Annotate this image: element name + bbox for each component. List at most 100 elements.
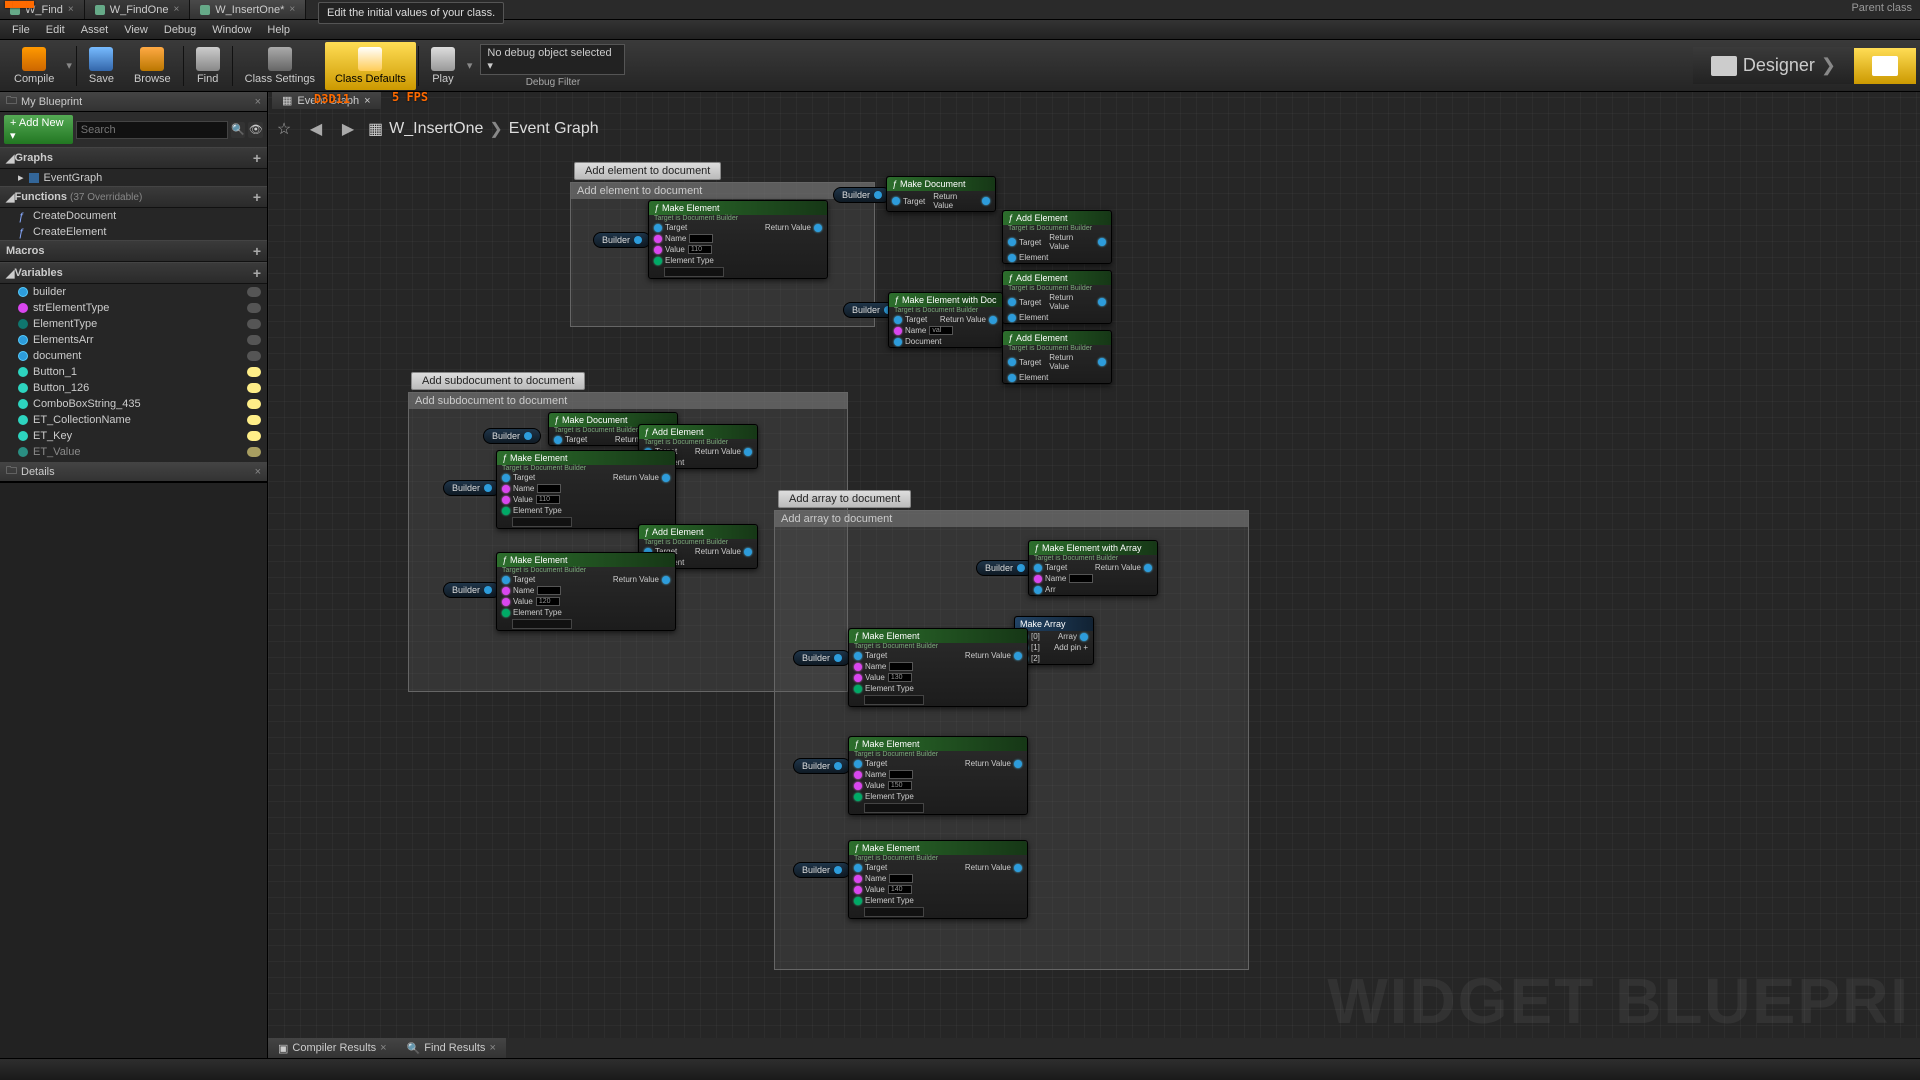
- save-button[interactable]: Save: [79, 42, 124, 90]
- parent-class-label[interactable]: Parent class: [1843, 0, 1920, 19]
- input-pin[interactable]: [554, 436, 562, 444]
- play-dropdown[interactable]: ▾: [465, 59, 475, 72]
- node-make-element-with-doc[interactable]: Make Element with Doc Target is Document…: [888, 292, 1003, 348]
- close-icon[interactable]: ×: [255, 96, 261, 108]
- text-input[interactable]: [537, 586, 561, 595]
- output-pin[interactable]: [982, 197, 990, 205]
- input-pin[interactable]: [654, 257, 662, 265]
- eye-icon[interactable]: [247, 383, 261, 393]
- output-pin[interactable]: [1014, 864, 1022, 872]
- output-pin[interactable]: [1098, 358, 1106, 366]
- add-variable-button[interactable]: +: [253, 265, 261, 281]
- node-make-element-a2[interactable]: Make Element Target is Document Builder …: [848, 736, 1028, 815]
- node-add-element-r1[interactable]: Add Element Target is Document Builder T…: [1002, 210, 1112, 264]
- text-input[interactable]: [889, 770, 913, 779]
- text-input[interactable]: val: [929, 326, 953, 335]
- play-button[interactable]: Play: [421, 42, 465, 90]
- node-make-document[interactable]: Make Document TargetReturn Value: [886, 176, 996, 212]
- node-make-element-s1[interactable]: Make Element Target is Document Builder …: [496, 450, 676, 529]
- text-input[interactable]: 120: [536, 597, 560, 606]
- variables-category[interactable]: ◢Variables+: [0, 262, 267, 284]
- text-input[interactable]: [689, 234, 713, 243]
- input-pin[interactable]: [854, 897, 862, 905]
- var-combobox[interactable]: ComboBoxString_435: [0, 396, 267, 412]
- comment-label-1[interactable]: Add element to document: [574, 162, 721, 180]
- my-blueprint-tab[interactable]: 🗀 My Blueprint ×: [0, 92, 267, 112]
- input-pin[interactable]: [1008, 314, 1016, 322]
- input-pin[interactable]: [854, 886, 862, 894]
- varget-builder-9[interactable]: Builder: [793, 758, 851, 774]
- text-input[interactable]: 110: [688, 245, 712, 254]
- compile-dropdown[interactable]: ▾: [64, 59, 74, 72]
- fn-createdocument[interactable]: CreateDocument: [0, 208, 267, 224]
- output-pin[interactable]: [814, 224, 822, 232]
- add-pin-button[interactable]: Add pin +: [1054, 643, 1088, 652]
- text-input[interactable]: [889, 874, 913, 883]
- close-icon[interactable]: ×: [173, 4, 179, 15]
- var-document[interactable]: document: [0, 348, 267, 364]
- eye-icon[interactable]: [247, 399, 261, 409]
- input-pin[interactable]: [854, 652, 862, 660]
- output-pin[interactable]: [484, 586, 492, 594]
- node-add-element-r2[interactable]: Add Element Target is Document Builder T…: [1002, 270, 1112, 324]
- text-input[interactable]: 110: [536, 495, 560, 504]
- input-pin[interactable]: [854, 760, 862, 768]
- var-etcollection[interactable]: ET_CollectionName: [0, 412, 267, 428]
- input-pin[interactable]: [502, 485, 510, 493]
- menu-help[interactable]: Help: [259, 22, 298, 38]
- node-add-element-r3[interactable]: Add Element Target is Document Builder T…: [1002, 330, 1112, 384]
- search-input[interactable]: [76, 121, 228, 139]
- varget-builder-4[interactable]: Builder: [483, 428, 541, 444]
- visibility-filter-button[interactable]: 👁: [248, 122, 263, 138]
- output-pin[interactable]: [1014, 652, 1022, 660]
- input-pin[interactable]: [1008, 238, 1016, 246]
- input-pin[interactable]: [894, 316, 902, 324]
- search-icon[interactable]: 🔍: [231, 122, 246, 138]
- close-icon[interactable]: ×: [364, 95, 370, 107]
- add-new-button[interactable]: + Add New ▾: [4, 115, 73, 144]
- input-pin[interactable]: [1008, 254, 1016, 262]
- input-pin[interactable]: [502, 587, 510, 595]
- output-pin[interactable]: [834, 654, 842, 662]
- varget-builder-7[interactable]: Builder: [976, 560, 1034, 576]
- menu-debug[interactable]: Debug: [156, 22, 204, 38]
- enum-combo[interactable]: [512, 517, 572, 527]
- output-pin[interactable]: [834, 866, 842, 874]
- menu-file[interactable]: File: [4, 22, 38, 38]
- comment-label-2[interactable]: Add subdocument to document: [411, 372, 585, 390]
- node-make-element-s2[interactable]: Make Element Target is Document Builder …: [496, 552, 676, 631]
- macros-category[interactable]: Macros+: [0, 240, 267, 262]
- output-pin[interactable]: [1144, 564, 1152, 572]
- output-pin[interactable]: [662, 474, 670, 482]
- enum-combo[interactable]: [864, 907, 924, 917]
- output-pin[interactable]: [634, 236, 642, 244]
- output-pin[interactable]: [989, 316, 997, 324]
- var-elementsarr[interactable]: ElementsArr: [0, 332, 267, 348]
- event-graph-tab[interactable]: ▦Event Graph×: [272, 92, 381, 109]
- output-pin[interactable]: [484, 484, 492, 492]
- varget-builder-8[interactable]: Builder: [793, 650, 851, 666]
- doc-tab-wfindone[interactable]: W_FindOne×: [85, 0, 191, 19]
- var-etkey[interactable]: ET_Key: [0, 428, 267, 444]
- class-defaults-button[interactable]: Class Defaults: [325, 42, 416, 90]
- varget-builder-6[interactable]: Builder: [443, 582, 501, 598]
- menu-edit[interactable]: Edit: [38, 22, 73, 38]
- input-pin[interactable]: [654, 246, 662, 254]
- node-make-element-with-array[interactable]: Make Element with Array Target is Docume…: [1028, 540, 1158, 596]
- input-pin[interactable]: [854, 771, 862, 779]
- output-pin[interactable]: [1017, 564, 1025, 572]
- input-pin[interactable]: [502, 598, 510, 606]
- compile-button[interactable]: Compile: [4, 42, 64, 90]
- eye-icon[interactable]: [247, 351, 261, 361]
- input-pin[interactable]: [854, 782, 862, 790]
- varget-builder-1[interactable]: Builder: [593, 232, 651, 248]
- comment-label-3[interactable]: Add array to document: [778, 490, 911, 508]
- input-pin[interactable]: [1008, 374, 1016, 382]
- var-strelementtype[interactable]: strElementType: [0, 300, 267, 316]
- output-pin[interactable]: [744, 548, 752, 556]
- text-input[interactable]: [1069, 574, 1093, 583]
- fn-createelement[interactable]: CreateElement: [0, 224, 267, 240]
- input-pin[interactable]: [854, 663, 862, 671]
- node-make-element-1[interactable]: Make Element Target is Document Builder …: [648, 200, 828, 279]
- output-pin[interactable]: [662, 576, 670, 584]
